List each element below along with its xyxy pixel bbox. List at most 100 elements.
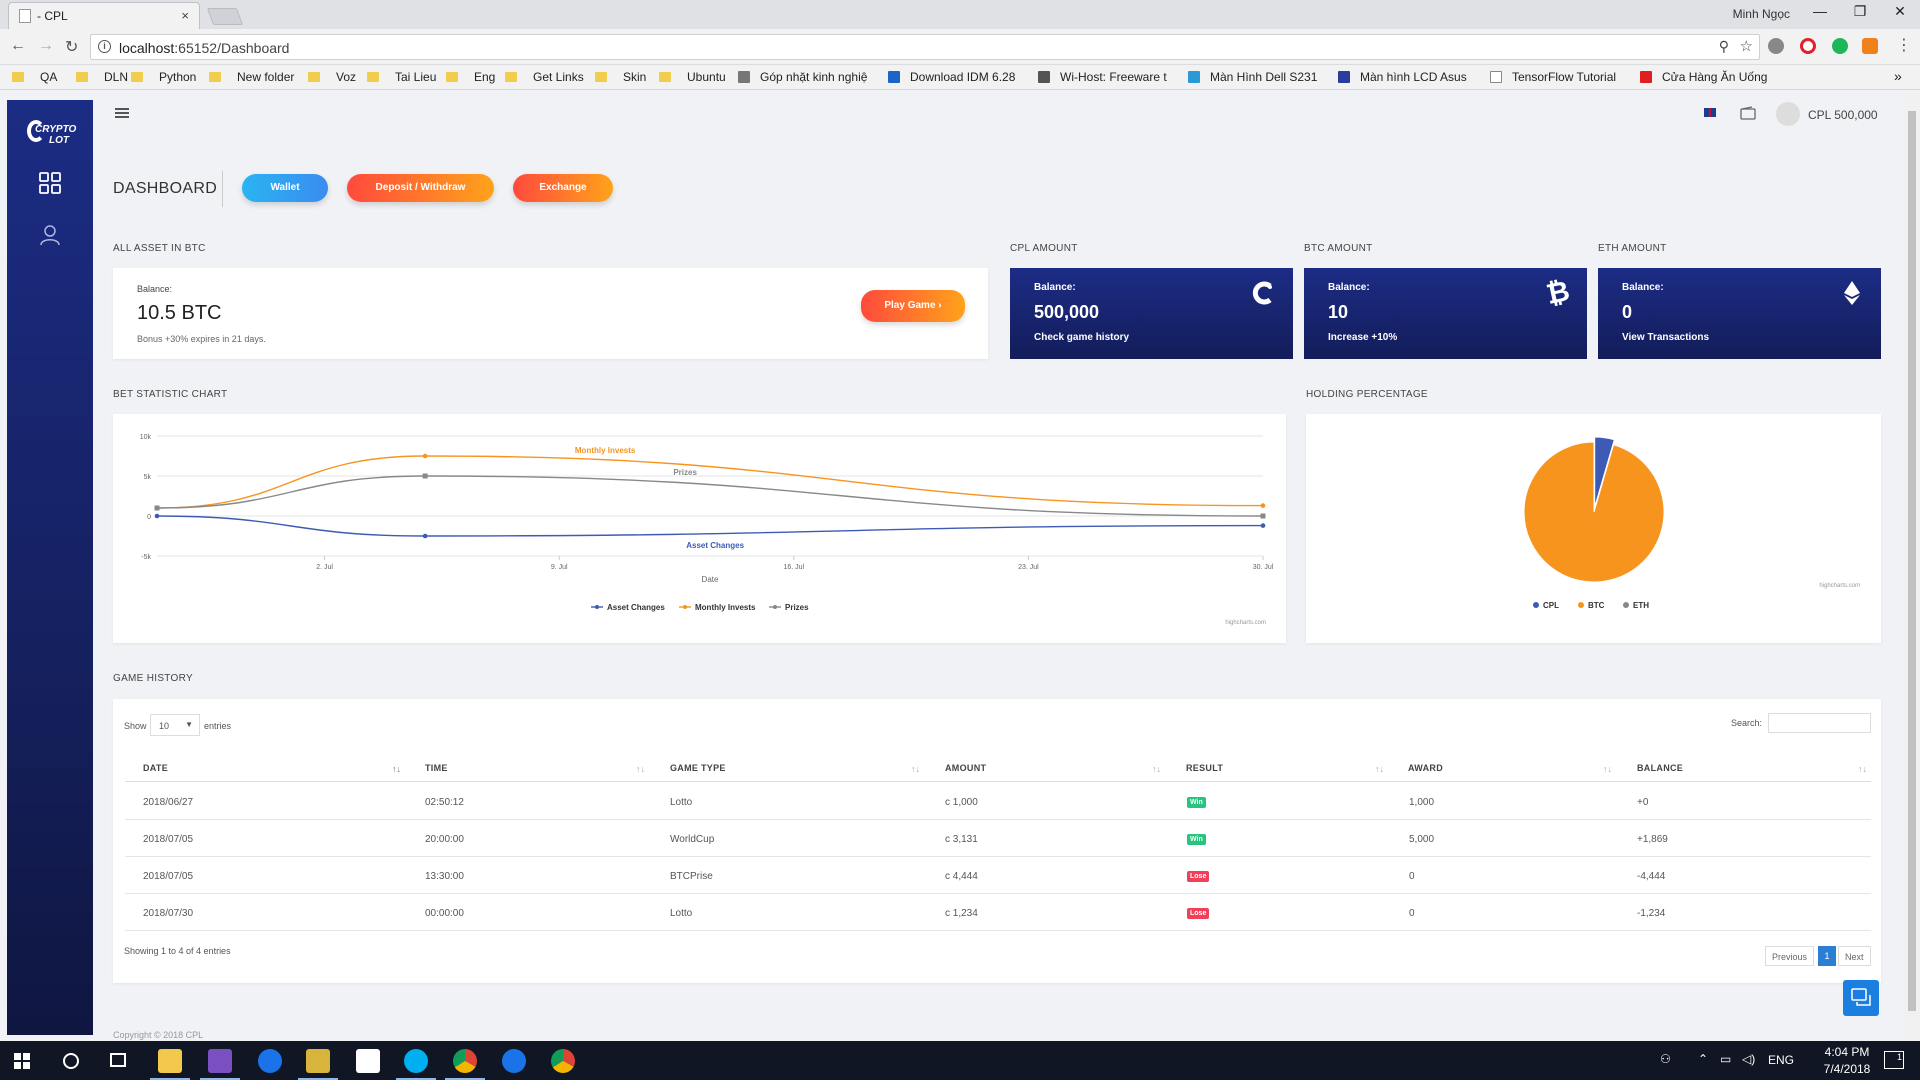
column-header-time[interactable]: TIME <box>425 763 448 773</box>
bookmark-item[interactable]: Download IDM 6.28 <box>888 70 1015 84</box>
column-header-amount[interactable]: AMOUNT <box>945 763 986 773</box>
reload-icon[interactable]: ↻ <box>65 37 78 57</box>
dashboard-grid-icon[interactable] <box>39 172 61 194</box>
logo-text-bottom: LOT <box>49 135 69 146</box>
cell-balance: +0 <box>1637 797 1649 808</box>
maps-icon[interactable] <box>258 1049 282 1073</box>
bookmark-item[interactable]: Góp nhặt kinh nghiệ <box>738 70 867 84</box>
notifications-icon[interactable]: 1 <box>1884 1051 1904 1069</box>
extension-shield-icon[interactable] <box>1768 38 1784 54</box>
clock-time[interactable]: 4:04 PM <box>1812 1045 1882 1059</box>
bookmark-item[interactable]: Voz <box>308 70 356 84</box>
network-icon[interactable]: ▭ <box>1720 1052 1731 1066</box>
column-header-game-type[interactable]: GAME TYPE <box>670 763 726 773</box>
sort-icon[interactable]: ↑↓ <box>636 764 645 774</box>
metamask-icon[interactable] <box>1862 38 1878 54</box>
bookmark-item[interactable]: Python <box>131 70 196 84</box>
chrome-icon[interactable] <box>551 1049 575 1073</box>
skype-icon[interactable] <box>404 1049 428 1073</box>
column-header-result[interactable]: RESULT <box>1186 763 1223 773</box>
search-icon[interactable] <box>63 1053 79 1069</box>
wallet-icon[interactable] <box>1740 106 1756 120</box>
bookmark-item[interactable]: Eng <box>446 70 495 84</box>
bookmark-item[interactable]: Tai Lieu <box>367 70 436 84</box>
pagination-previous[interactable]: Previous <box>1765 946 1815 966</box>
sort-asc-icon[interactable]: ↑↓ <box>392 764 401 774</box>
bookmark-item[interactable]: Ubuntu <box>659 70 726 84</box>
check-game-history-link[interactable]: Check game history <box>1034 332 1129 343</box>
people-icon[interactable]: ⚇ <box>1660 1052 1671 1066</box>
browser-menu-icon[interactable]: ⋮ <box>1896 35 1912 55</box>
bookmark-item[interactable]: TensorFlow Tutorial <box>1490 70 1616 84</box>
bookmark-item[interactable]: QA <box>12 70 57 84</box>
opera-extension-icon[interactable] <box>1800 38 1816 54</box>
minimize-icon[interactable]: — <box>1800 3 1840 19</box>
windows-start-icon[interactable] <box>14 1053 30 1069</box>
bookmark-item[interactable]: Get Links <box>505 70 584 84</box>
uk-flag-icon[interactable] <box>1704 108 1716 117</box>
browser-profile-name[interactable]: Minh Ngọc <box>1733 7 1790 21</box>
bookmark-item[interactable]: Màn hình LCD Asus <box>1338 70 1467 84</box>
sort-icon[interactable]: ↑↓ <box>911 764 920 774</box>
file-explorer-icon[interactable] <box>158 1049 182 1073</box>
chrome-icon[interactable] <box>453 1049 477 1073</box>
grammarly-icon[interactable] <box>1832 38 1848 54</box>
bookmark-item[interactable]: New folder <box>209 70 294 84</box>
address-bar[interactable]: i localhost:65152/Dashboard ⚲ ☆ <box>90 34 1760 60</box>
browser-tab[interactable]: - CPL × <box>8 2 200 29</box>
table-row[interactable]: 2018/07/05 13:30:00 BTCPrise ϲ 4,444 Los… <box>125 857 1871 894</box>
crypto-lot-logo[interactable]: CRYPTO LOT <box>27 120 77 150</box>
sort-icon[interactable]: ↑↓ <box>1858 764 1867 774</box>
play-game-button[interactable]: Play Game › <box>861 290 965 322</box>
visual-studio-icon[interactable] <box>208 1049 232 1073</box>
page-scrollbar[interactable] <box>1904 91 1920 1041</box>
pagination-page[interactable]: 1 <box>1818 946 1836 966</box>
more-bookmarks-icon[interactable]: » <box>1894 68 1902 84</box>
column-header-balance[interactable]: BALANCE <box>1637 763 1683 773</box>
bookmark-item[interactable]: Màn Hình Dell S231 <box>1188 70 1317 84</box>
tab-close-icon[interactable]: × <box>181 8 189 23</box>
table-row[interactable]: 2018/07/30 00:00:00 Lotto ϲ 1,234 Lose 0… <box>125 894 1871 931</box>
result-badge: Lose <box>1187 871 1210 882</box>
tray-expand-icon[interactable]: ⌃ <box>1698 1052 1708 1066</box>
search-input[interactable] <box>1768 713 1871 733</box>
paint-icon[interactable] <box>306 1049 330 1073</box>
back-icon[interactable]: ← <box>10 37 26 55</box>
zoom-icon[interactable]: ⚲ <box>1719 38 1729 55</box>
bookmark-item[interactable]: DLN <box>76 70 128 84</box>
chat-button[interactable] <box>1843 980 1879 1016</box>
table-row[interactable]: 2018/07/05 20:00:00 WorldCup ϲ 3,131 Win… <box>125 820 1871 857</box>
volume-icon[interactable]: ◁) <box>1742 1052 1755 1066</box>
pagination-next[interactable]: Next <box>1838 946 1871 966</box>
bookmark-star-icon[interactable]: ☆ <box>1740 37 1753 55</box>
column-header-award[interactable]: AWARD <box>1408 763 1443 773</box>
bookmark-item[interactable]: Skin <box>595 70 646 84</box>
maps-icon[interactable] <box>502 1049 526 1073</box>
avatar[interactable] <box>1776 102 1800 126</box>
bookmark-item[interactable]: Wi-Host: Freeware t <box>1038 70 1167 84</box>
data-point <box>1260 503 1266 508</box>
deposit-withdraw-button[interactable]: Deposit / Withdraw <box>347 174 494 202</box>
close-window-icon[interactable]: ✕ <box>1880 3 1920 20</box>
wallet-button[interactable]: Wallet <box>242 174 328 202</box>
column-header-date[interactable]: DATE <box>143 763 168 773</box>
exchange-button[interactable]: Exchange <box>513 174 613 202</box>
clock-date[interactable]: 7/4/2018 <box>1812 1062 1882 1076</box>
menu-toggle-icon[interactable] <box>115 108 129 118</box>
task-view-icon[interactable] <box>110 1053 126 1067</box>
scrollbar-thumb[interactable] <box>1908 111 1916 1011</box>
restore-icon[interactable]: ❐ <box>1840 3 1880 20</box>
sort-icon[interactable]: ↑↓ <box>1603 764 1612 774</box>
site-info-icon[interactable]: i <box>98 40 111 53</box>
sticky-notes-icon[interactable] <box>356 1049 380 1073</box>
view-transactions-link[interactable]: View Transactions <box>1622 332 1709 343</box>
new-tab-button[interactable] <box>206 8 244 25</box>
user-icon[interactable] <box>39 224 61 246</box>
bookmark-item[interactable]: Cửa Hàng Ăn Uống <box>1640 70 1767 84</box>
sort-icon[interactable]: ↑↓ <box>1152 764 1161 774</box>
entries-select[interactable]: 10 ▼ <box>150 714 200 736</box>
forward-icon[interactable]: → <box>38 37 54 55</box>
table-row[interactable]: 2018/06/27 02:50:12 Lotto ϲ 1,000 Win 1,… <box>125 783 1871 820</box>
language-indicator[interactable]: ENG <box>1768 1053 1794 1067</box>
sort-icon[interactable]: ↑↓ <box>1375 764 1384 774</box>
